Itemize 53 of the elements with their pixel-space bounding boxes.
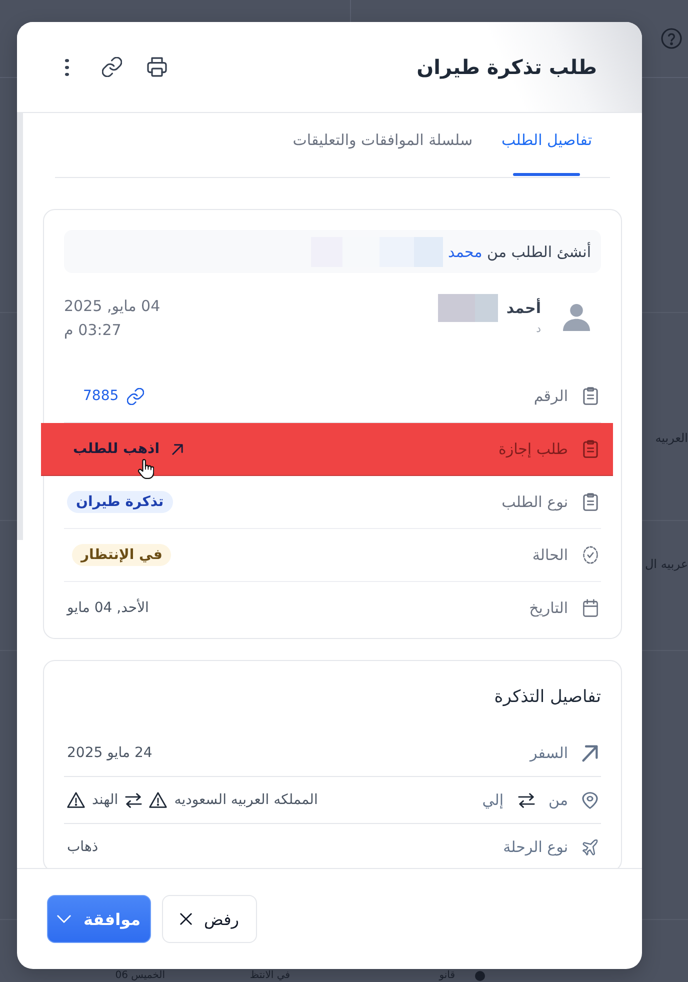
origin-country: المملكه العربيه السعوديه [174,792,318,808]
arrow-up-right-icon [172,444,183,454]
swap-arrows-icon [518,792,535,808]
calendar-icon [583,599,598,617]
field-label: إلي [482,791,504,809]
help-icon [661,28,682,49]
field-label: الحالة [532,546,568,564]
swap-arrows-icon [125,792,142,808]
field-label: طلب إجازة [498,440,568,458]
creator-note: أنشئ الطلب من محمد [448,242,591,260]
field-label: نوع الطلب [502,493,568,511]
map-pin-icon [582,792,598,808]
requester-subtitle: د [536,322,541,336]
field-label: من [548,791,568,809]
requester-name: أحمد [506,298,541,316]
request-time: 03:27 م [64,320,122,338]
dashed-check-circle-icon [583,546,598,564]
dialog-title: طلب تذكرة طيران [416,55,597,79]
status-badge: في الإنتظار [72,544,172,566]
printer-icon [147,57,167,77]
arrow-up-right-icon [582,744,598,762]
destination-country: الهند [92,792,118,808]
redacted-block [438,294,498,322]
field-value: ذهاب [67,839,98,855]
clipboard-icon [583,493,598,511]
field-label: الرقم [534,387,568,405]
hand-cursor-icon [137,459,154,479]
creator-link[interactable]: محمد [448,242,482,260]
airplane-icon [582,838,598,856]
approve-button[interactable]: موافقة [47,895,151,943]
scrollbar-thumb[interactable] [17,113,23,540]
request-type-badge: تذكرة طيران [67,491,173,513]
field-value: الأحد, 04 مايو [67,600,149,616]
field-value: 24 مايو 2025 [67,745,152,761]
chevron-down-icon [57,915,72,923]
close-icon [180,913,192,925]
tab[interactable]: سلسلة الموافقات والتعليقات [292,113,473,177]
kebab-menu-icon [65,58,69,76]
request-date: 04 مايو, 2025 [64,296,160,314]
status-dot-icon [475,971,485,981]
field-label: التاريخ [529,599,568,617]
link-icon [126,388,144,404]
go-to-request-link[interactable]: اذهب للطلب [73,441,183,457]
user-avatar-icon [563,304,590,331]
clipboard-icon [583,387,598,405]
card-title: تفاصيل التذكرة [493,686,601,708]
tab[interactable]: تفاصيل الطلب [502,113,592,177]
link-icon [102,57,122,77]
field-label: نوع الرحلة [503,838,568,856]
clipboard-icon [583,440,598,458]
reject-button[interactable]: رفض [162,895,257,943]
request-number-link[interactable]: 7885 [83,388,144,404]
field-label: السفر [530,744,568,762]
